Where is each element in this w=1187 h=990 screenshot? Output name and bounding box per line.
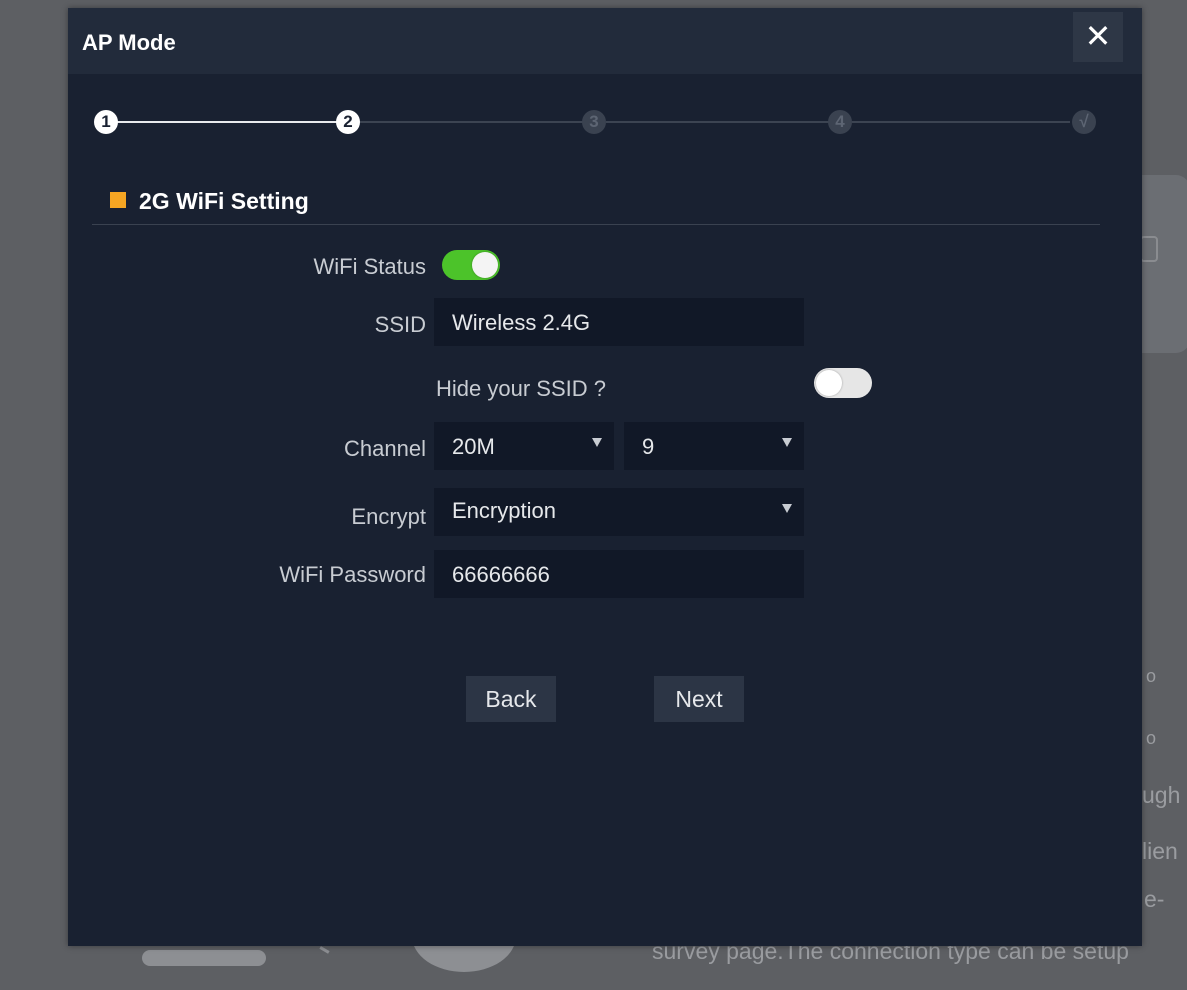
step-2: 2 bbox=[336, 110, 360, 134]
background-text: ugh bbox=[1142, 782, 1181, 808]
background-icon bbox=[1140, 236, 1158, 262]
ssid-input[interactable]: Wireless 2.4G bbox=[434, 298, 804, 346]
step-connector bbox=[606, 121, 830, 123]
chevron-down-icon bbox=[782, 438, 792, 447]
hide-ssid-label: Hide your SSID ? bbox=[436, 376, 606, 401]
wifi-status-toggle[interactable] bbox=[442, 250, 500, 280]
toggle-knob bbox=[816, 370, 842, 396]
encrypt-select[interactable]: Encryption bbox=[434, 488, 804, 536]
back-button[interactable]: Back bbox=[466, 676, 556, 722]
dialog-header: AP Mode ✕ bbox=[68, 8, 1142, 74]
step-connector-done bbox=[106, 121, 348, 123]
ssid-value: Wireless 2.4G bbox=[452, 310, 591, 335]
step-3: 3 bbox=[582, 110, 606, 134]
step-1: 1 bbox=[94, 110, 118, 134]
hide-ssid-toggle[interactable] bbox=[814, 368, 872, 398]
background-mark bbox=[316, 946, 330, 959]
step-connector bbox=[852, 121, 1070, 123]
ap-mode-dialog: AP Mode ✕ 1 2 3 4 √ 2G WiFi Setting WiFi… bbox=[68, 8, 1142, 946]
background-text: lien bbox=[1142, 838, 1178, 864]
channel-label: Channel bbox=[344, 436, 426, 461]
wifi-password-value: 66666666 bbox=[452, 562, 550, 587]
background-text: o bbox=[1146, 728, 1157, 748]
encrypt-value: Encryption bbox=[452, 498, 556, 523]
dialog-title: AP Mode bbox=[82, 30, 176, 55]
next-button[interactable]: Next bbox=[654, 676, 744, 722]
background-button bbox=[142, 950, 266, 966]
channel-number-value: 9 bbox=[642, 434, 655, 459]
channel-number-select[interactable]: 9 bbox=[624, 422, 804, 470]
channel-width-select[interactable]: 20M bbox=[434, 422, 614, 470]
encrypt-label: Encrypt bbox=[351, 504, 426, 529]
channel-width-value: 20M bbox=[452, 434, 495, 459]
close-button[interactable]: ✕ bbox=[1073, 12, 1123, 62]
wifi-status-label: WiFi Status bbox=[313, 254, 426, 279]
chevron-down-icon bbox=[592, 438, 602, 447]
section-title: 2G WiFi Setting bbox=[139, 188, 309, 214]
step-4: 4 bbox=[828, 110, 852, 134]
ssid-label: SSID bbox=[374, 312, 426, 337]
close-icon: ✕ bbox=[1084, 18, 1112, 54]
toggle-knob bbox=[472, 252, 498, 278]
background-text: e- bbox=[1144, 886, 1165, 912]
step-connector bbox=[360, 121, 584, 123]
wifi-password-input[interactable]: 66666666 bbox=[434, 550, 804, 598]
wifi-password-label: WiFi Password bbox=[279, 562, 426, 587]
section-bullet bbox=[110, 192, 126, 208]
step-progress: 1 2 3 4 √ bbox=[68, 108, 1142, 138]
step-finish: √ bbox=[1072, 110, 1096, 134]
chevron-down-icon bbox=[782, 504, 792, 513]
background-text: o bbox=[1146, 666, 1157, 686]
section-divider bbox=[92, 224, 1100, 225]
